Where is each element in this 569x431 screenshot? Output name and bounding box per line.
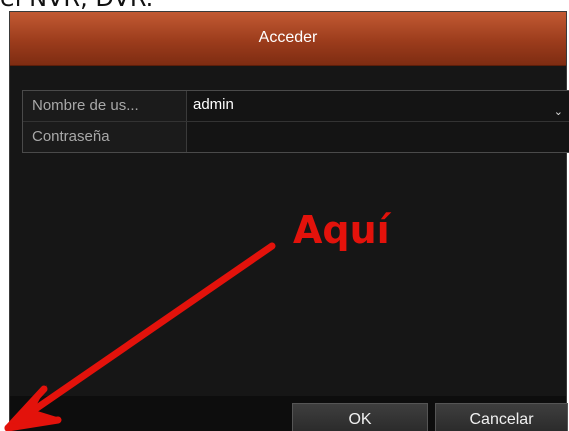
- dialog-titlebar: Acceder: [10, 12, 566, 66]
- password-row: Contraseña: [23, 122, 569, 152]
- ok-button[interactable]: OK: [292, 403, 428, 431]
- dialog-body: Nombre de us... admin ⌄ Contraseña: [10, 66, 569, 396]
- username-value: admin: [193, 96, 234, 113]
- password-field[interactable]: [187, 122, 569, 152]
- password-field-wrapper: [187, 122, 569, 152]
- login-form: Nombre de us... admin ⌄ Contraseña: [22, 90, 569, 153]
- dialog-title: Acceder: [258, 29, 318, 46]
- password-label: Contraseña: [23, 122, 187, 152]
- cancel-button[interactable]: Cancelar: [435, 403, 568, 431]
- annotation-label: Aquí: [293, 208, 390, 252]
- login-dialog: Acceder Nombre de us... admin ⌄ Contrase…: [9, 11, 569, 431]
- dialog-footer: OK Cancelar: [10, 396, 568, 431]
- username-label: Nombre de us...: [23, 91, 187, 121]
- screenshot-page: el NVR, DVR. Acceder Nombre de us... adm…: [0, 0, 569, 431]
- username-row: Nombre de us... admin ⌄: [23, 91, 569, 122]
- username-select[interactable]: admin ⌄: [187, 91, 569, 121]
- username-field: admin ⌄: [187, 91, 569, 121]
